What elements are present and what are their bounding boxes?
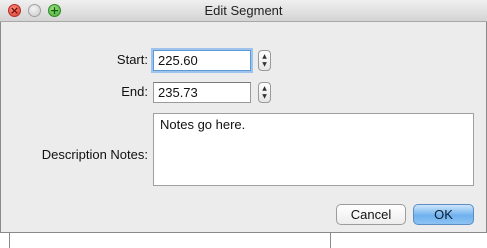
description-notes-label: Description Notes: bbox=[41, 147, 148, 162]
end-field[interactable] bbox=[153, 82, 251, 103]
bottom-strip bbox=[0, 232, 487, 248]
end-label: End: bbox=[121, 84, 148, 99]
description-notes-textarea[interactable]: Notes go here. bbox=[153, 113, 474, 186]
cancel-button[interactable]: Cancel bbox=[336, 204, 406, 225]
window-edge-left bbox=[0, 22, 1, 232]
bottom-divider bbox=[9, 232, 10, 248]
ok-button[interactable]: OK bbox=[413, 204, 474, 225]
start-label: Start: bbox=[116, 52, 148, 67]
window-title: Edit Segment bbox=[204, 3, 283, 18]
end-stepper-down-icon[interactable]: ▼ bbox=[259, 92, 270, 101]
start-field[interactable] bbox=[153, 50, 251, 71]
title-bar: × + Edit Segment bbox=[0, 0, 487, 22]
start-stepper-down-icon[interactable]: ▼ bbox=[259, 60, 270, 69]
edit-segment-dialog: × + Edit Segment Start: ▲ ▼ End: ▲ ▼ Des… bbox=[0, 0, 487, 248]
start-stepper[interactable]: ▲ ▼ bbox=[258, 50, 271, 71]
bottom-divider bbox=[330, 232, 331, 248]
end-stepper[interactable]: ▲ ▼ bbox=[258, 82, 271, 103]
